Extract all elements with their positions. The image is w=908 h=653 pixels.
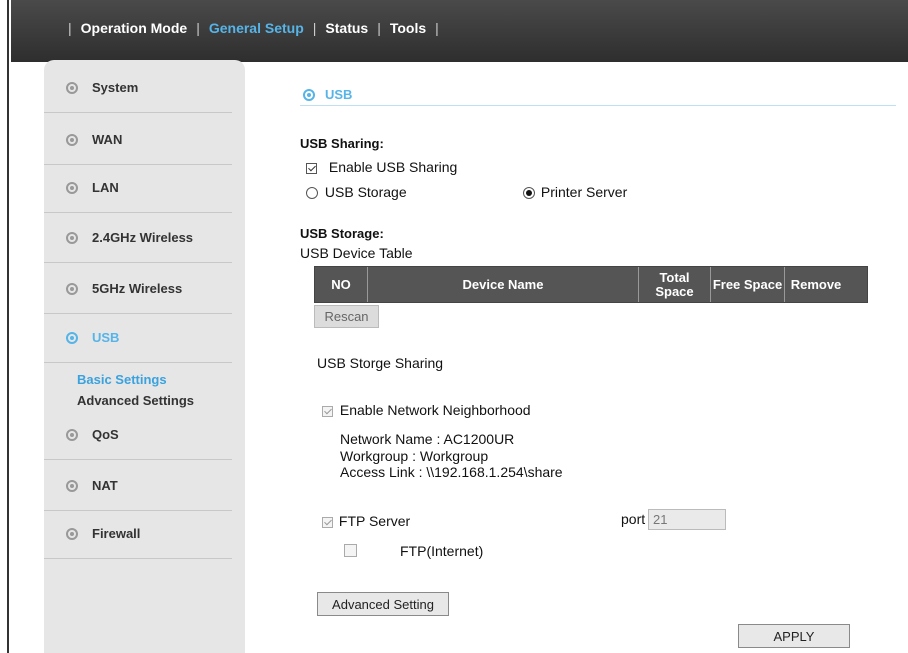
usb-storage-heading: USB Storage:	[300, 226, 384, 241]
storage-sharing-label: USB Storge Sharing	[317, 355, 444, 371]
section-title: USB	[303, 87, 352, 102]
usb-storage-radio-label: USB Storage	[324, 184, 407, 200]
access-link: Access Link : \\192.168.1.254\share	[340, 464, 563, 480]
ftp-internet-label: FTP(Internet)	[400, 543, 484, 559]
sidebar-item-label: WAN	[92, 132, 123, 147]
title-divider	[300, 105, 896, 106]
sidebar-item-label: QoS	[92, 427, 119, 442]
usb-storage-radio-row: USB Storage	[306, 184, 407, 200]
enable-usb-sharing-label: Enable USB Sharing	[328, 159, 458, 175]
sidebar: System WAN LAN 2.4GHz Wireless 5GHz Wire…	[44, 60, 245, 653]
sidebar-item-qos[interactable]: QoS	[44, 410, 232, 460]
table-header-device-name: Device Name	[368, 267, 639, 302]
ftp-server-row: FTP Server	[322, 513, 410, 529]
sidebar-item-system[interactable]: System	[44, 63, 232, 113]
radio-dot-icon	[66, 479, 78, 492]
sidebar-item-label: Firewall	[92, 526, 141, 541]
sidebar-item-lan[interactable]: LAN	[44, 163, 232, 213]
table-header-total-space: Total Space	[639, 267, 711, 302]
sidebar-item-wan[interactable]: WAN	[44, 115, 232, 165]
rescan-button[interactable]: Rescan	[314, 305, 379, 328]
nav-operation-mode[interactable]: Operation Mode	[81, 20, 188, 36]
radio-dot-icon	[303, 88, 315, 101]
table-header-free-space: Free Space	[711, 267, 785, 302]
sidebar-item-label: USB	[92, 330, 120, 345]
sidebar-item-label: 5GHz Wireless	[92, 281, 183, 296]
table-header-remove: Remove	[790, 276, 842, 292]
radio-dot-icon	[66, 428, 78, 441]
sidebar-item-firewall[interactable]: Firewall	[44, 509, 232, 559]
radio-dot-icon	[66, 133, 78, 146]
sidebar-item-label: 2.4GHz Wireless	[92, 230, 194, 245]
port-label: port	[621, 511, 646, 527]
sidebar-item-usb[interactable]: USB	[44, 313, 232, 363]
sidebar-item-label: System	[92, 80, 139, 95]
enable-network-neighborhood-row: Enable Network Neighborhood	[322, 402, 531, 418]
sidebar-item-label: NAT	[92, 478, 118, 493]
printer-server-radio-row: Printer Server	[523, 184, 627, 200]
printer-server-radio[interactable]	[523, 187, 535, 200]
usb-storage-radio[interactable]	[306, 187, 318, 200]
radio-dot-icon	[66, 331, 78, 344]
table-header-no: NO	[315, 267, 368, 302]
port-input[interactable]	[648, 509, 726, 530]
sidebar-item-label: LAN	[92, 180, 119, 195]
network-name: Network Name : AC1200UR	[340, 431, 515, 447]
section-title-text: USB	[325, 87, 353, 102]
main-content: USB USB Sharing: Enable USB Sharing USB …	[290, 0, 908, 653]
enable-network-neighborhood-checkbox[interactable]	[322, 405, 333, 417]
ftp-server-checkbox[interactable]	[322, 516, 333, 528]
usb-device-table-header: NO Device Name Total Space Free Space Re…	[314, 266, 868, 303]
apply-button[interactable]: APPLY	[738, 624, 850, 648]
radio-dot-icon	[66, 181, 78, 194]
radio-dot-icon	[66, 527, 78, 540]
enable-usb-sharing-checkbox[interactable]	[306, 162, 317, 174]
radio-dot-icon	[66, 282, 78, 295]
ftp-internet-checkbox[interactable]	[344, 544, 357, 557]
workgroup: Workgroup : Workgroup	[340, 448, 489, 464]
sidebar-item-nat[interactable]: NAT	[44, 461, 232, 511]
sidebar-item-24ghz-wireless[interactable]: 2.4GHz Wireless	[44, 213, 232, 263]
radio-dot-icon	[66, 231, 78, 244]
enable-network-neighborhood-label: Enable Network Neighborhood	[339, 402, 531, 418]
printer-server-radio-label: Printer Server	[540, 184, 628, 200]
enable-usb-sharing-row: Enable USB Sharing	[306, 159, 457, 175]
ftp-server-label: FTP Server	[338, 513, 411, 529]
sidebar-item-5ghz-wireless[interactable]: 5GHz Wireless	[44, 264, 232, 314]
sidebar-subitem-advanced-settings[interactable]: Advanced Settings	[77, 393, 194, 408]
usb-sharing-heading: USB Sharing:	[300, 136, 384, 151]
device-table-label: USB Device Table	[300, 245, 413, 261]
advanced-setting-button[interactable]: Advanced Setting	[317, 592, 449, 616]
left-border	[0, 0, 9, 653]
radio-dot-icon	[66, 81, 78, 94]
sidebar-subitem-basic-settings[interactable]: Basic Settings	[77, 372, 167, 387]
